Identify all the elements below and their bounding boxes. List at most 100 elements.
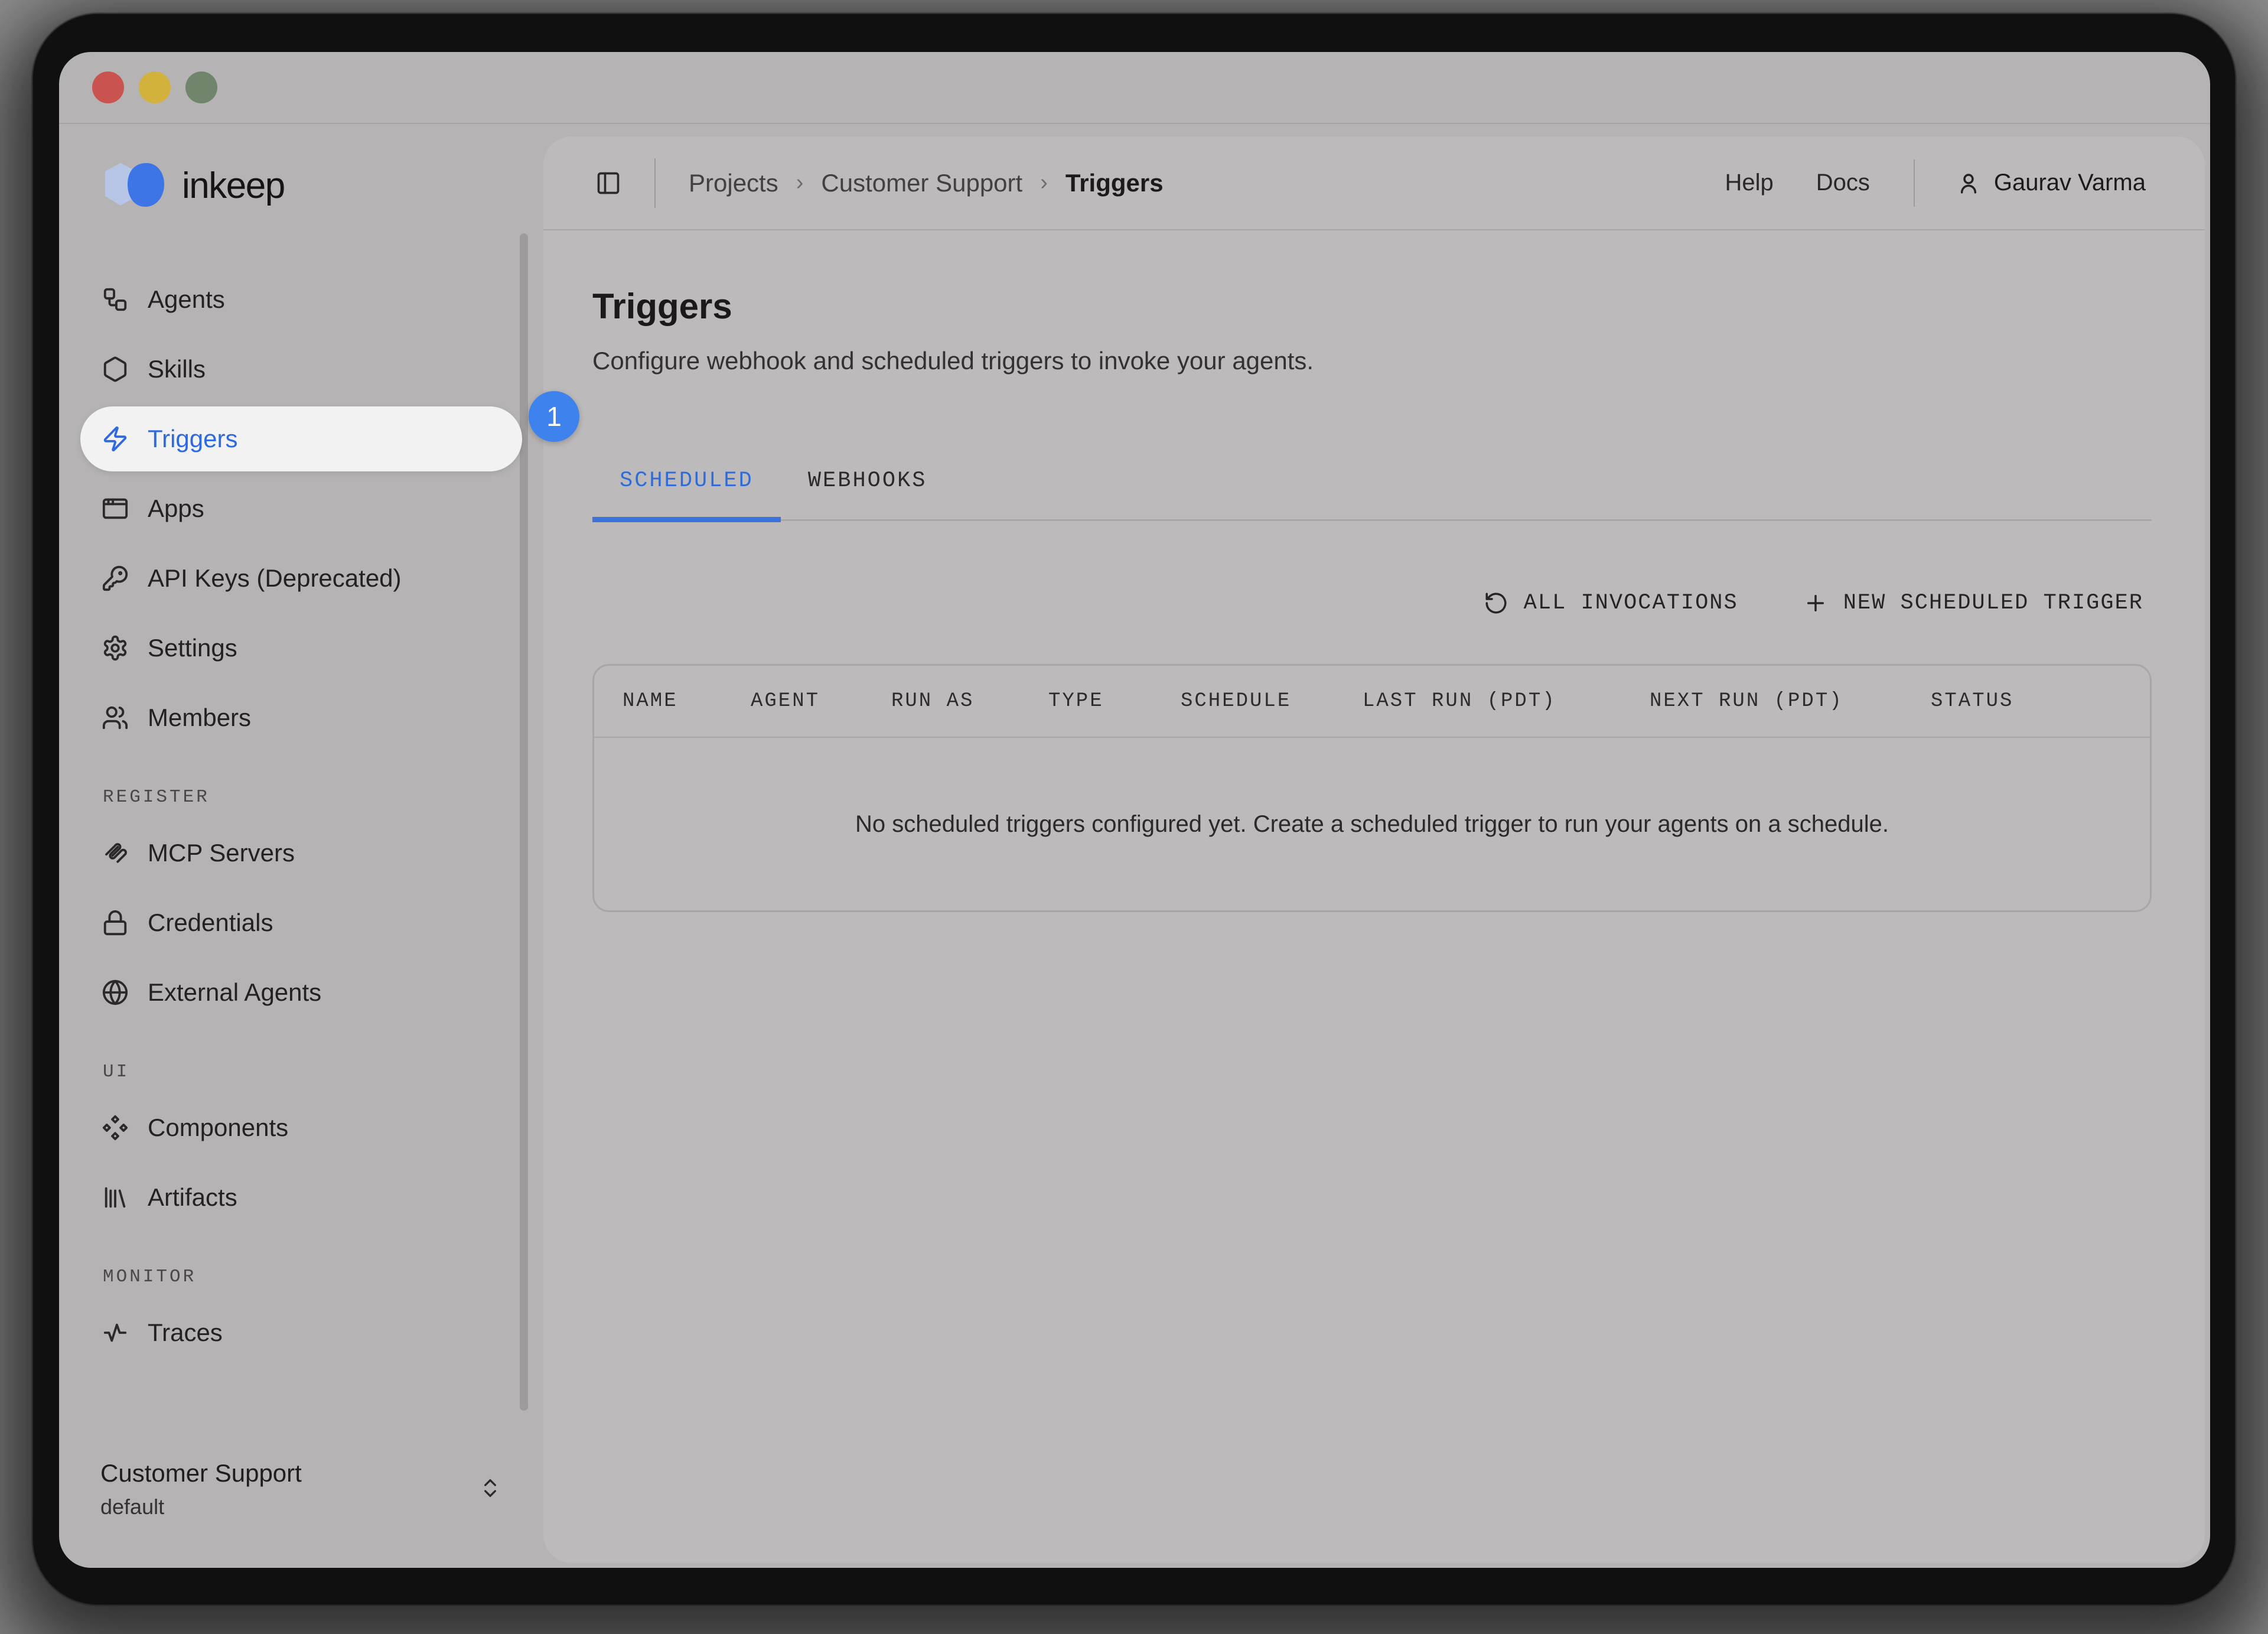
scheduled-triggers-table: NAME AGENT RUN AS TYPE SCHEDULE LAST RUN…: [592, 664, 2152, 912]
panel-left-icon: [595, 170, 621, 196]
zap-icon: [102, 425, 129, 453]
history-icon: [1484, 591, 1508, 616]
all-invocations-button[interactable]: ALL INVOCATIONS: [1484, 591, 1738, 616]
globe-icon: [102, 979, 129, 1006]
page-title: Triggers: [592, 286, 2152, 327]
sidebar-item-label: Triggers: [148, 425, 237, 453]
actions-row: ALL INVOCATIONS NEW SCHEDULED TRIGGER: [592, 591, 2152, 616]
column-header-agent: AGENT: [751, 690, 891, 712]
sidebar-item-label: Skills: [148, 355, 206, 383]
lock-icon: [102, 909, 129, 936]
sidebar-item-label: Credentials: [148, 909, 273, 937]
mcp-icon: [102, 839, 129, 867]
sidebar-item-apps[interactable]: Apps: [80, 476, 522, 541]
brand-logo[interactable]: inkeep: [98, 157, 543, 214]
project-graph: default: [100, 1495, 302, 1519]
sidebar-item-credentials[interactable]: Credentials: [80, 890, 522, 955]
sidebar-item-artifacts[interactable]: Artifacts: [80, 1165, 522, 1230]
app-window: inkeep Agents Skills Triggers Apps: [59, 52, 2210, 1568]
workflow-icon: [102, 286, 129, 313]
gear-icon: [102, 634, 129, 662]
hexagon-icon: [102, 356, 129, 383]
project-switcher-labels: Customer Support default: [100, 1459, 302, 1519]
all-invocations-label: ALL INVOCATIONS: [1524, 591, 1738, 616]
library-icon: [102, 1184, 129, 1211]
sidebar-item-label: External Agents: [148, 978, 321, 1007]
sidebar-item-label: API Keys (Deprecated): [148, 564, 402, 593]
chevron-right-icon: ›: [796, 170, 804, 196]
sidebar: inkeep Agents Skills Triggers Apps: [59, 124, 543, 1567]
sidebar-item-members[interactable]: Members: [80, 685, 522, 750]
app-window-icon: [102, 495, 129, 522]
docs-link[interactable]: Docs: [1816, 170, 1870, 196]
breadcrumb-current: Triggers: [1065, 169, 1164, 197]
breadcrumb: Projects › Customer Support › Triggers: [689, 169, 1164, 197]
column-header-next-run: NEXT RUN (PDT): [1650, 690, 1931, 712]
zoom-window-button[interactable]: [185, 71, 217, 103]
activity-icon: [102, 1319, 129, 1346]
chevron-right-icon: ›: [1040, 170, 1048, 196]
sidebar-item-mcp-servers[interactable]: MCP Servers: [80, 821, 522, 886]
header-right: Help Docs Gaurav Varma: [1682, 160, 2146, 207]
empty-state-message: No scheduled triggers configured yet. Cr…: [594, 738, 2150, 910]
help-link[interactable]: Help: [1725, 170, 1773, 196]
sidebar-item-label: Settings: [148, 634, 237, 662]
sidebar-item-label: Agents: [148, 285, 225, 314]
sidebar-item-components[interactable]: Components: [80, 1095, 522, 1160]
sidebar-toggle-button[interactable]: [595, 170, 621, 196]
sidebar-section-ui: UI: [103, 1062, 522, 1082]
project-switcher[interactable]: Customer Support default: [100, 1459, 502, 1519]
user-menu[interactable]: Gaurav Varma: [1956, 170, 2146, 196]
key-icon: [102, 565, 129, 592]
sidebar-item-traces[interactable]: Traces: [80, 1300, 522, 1365]
column-header-name: NAME: [623, 690, 751, 712]
sidebar-item-label: Apps: [148, 494, 204, 523]
user-icon: [1956, 171, 1981, 196]
sidebar-item-agents[interactable]: Agents: [80, 267, 522, 332]
minimize-window-button[interactable]: [139, 71, 171, 103]
sidebar-nav: Agents Skills Triggers Apps API Keys (De: [59, 267, 543, 1365]
sidebar-item-settings[interactable]: Settings: [80, 616, 522, 681]
tab-scheduled[interactable]: SCHEDULED: [592, 468, 781, 522]
table-header-row: NAME AGENT RUN AS TYPE SCHEDULE LAST RUN…: [594, 666, 2150, 738]
column-header-status: STATUS: [1931, 690, 2150, 712]
sidebar-item-label: Members: [148, 704, 251, 732]
page-content: Triggers Configure webhook and scheduled…: [543, 286, 2205, 912]
column-header-run-as: RUN AS: [891, 690, 1048, 712]
sidebar-scrollbar[interactable]: [520, 233, 528, 1411]
sidebar-item-api-keys[interactable]: API Keys (Deprecated): [80, 546, 522, 611]
tab-bar: SCHEDULED WEBHOOKS: [592, 468, 2152, 521]
sidebar-section-register: REGISTER: [103, 787, 522, 808]
column-header-type: TYPE: [1048, 690, 1181, 712]
sidebar-item-label: MCP Servers: [148, 839, 295, 867]
brand-logo-text: inkeep: [182, 165, 285, 207]
component-icon: [102, 1114, 129, 1141]
breadcrumb-projects[interactable]: Projects: [689, 169, 778, 197]
project-name: Customer Support: [100, 1459, 302, 1487]
page-description: Configure webhook and scheduled triggers…: [592, 347, 2152, 375]
titlebar: [59, 52, 2210, 124]
user-name: Gaurav Varma: [1994, 170, 2146, 196]
header-divider: [654, 158, 656, 208]
sidebar-item-external-agents[interactable]: External Agents: [80, 960, 522, 1025]
new-scheduled-trigger-button[interactable]: NEW SCHEDULED TRIGGER: [1803, 591, 2143, 616]
tab-webhooks[interactable]: WEBHOOKS: [781, 468, 954, 522]
sidebar-item-label: Artifacts: [148, 1183, 237, 1212]
inkeep-logo-icon: [98, 157, 172, 214]
close-window-button[interactable]: [92, 71, 124, 103]
sidebar-item-label: Traces: [148, 1319, 223, 1347]
breadcrumb-project[interactable]: Customer Support: [821, 169, 1022, 197]
sidebar-item-triggers[interactable]: Triggers: [80, 406, 522, 471]
sidebar-item-label: Components: [148, 1114, 288, 1142]
app-body: inkeep Agents Skills Triggers Apps: [59, 124, 2210, 1567]
main-panel: Projects › Customer Support › Triggers H…: [543, 136, 2205, 1563]
sidebar-item-skills[interactable]: Skills: [80, 337, 522, 402]
new-scheduled-trigger-label: NEW SCHEDULED TRIGGER: [1843, 591, 2143, 616]
chevrons-up-down-icon: [478, 1476, 502, 1503]
users-icon: [102, 704, 129, 731]
sidebar-section-monitor: MONITOR: [103, 1267, 522, 1287]
header-divider: [1914, 160, 1915, 207]
plus-icon: [1803, 591, 1828, 616]
column-header-last-run: LAST RUN (PDT): [1363, 690, 1650, 712]
column-header-schedule: SCHEDULE: [1181, 690, 1363, 712]
